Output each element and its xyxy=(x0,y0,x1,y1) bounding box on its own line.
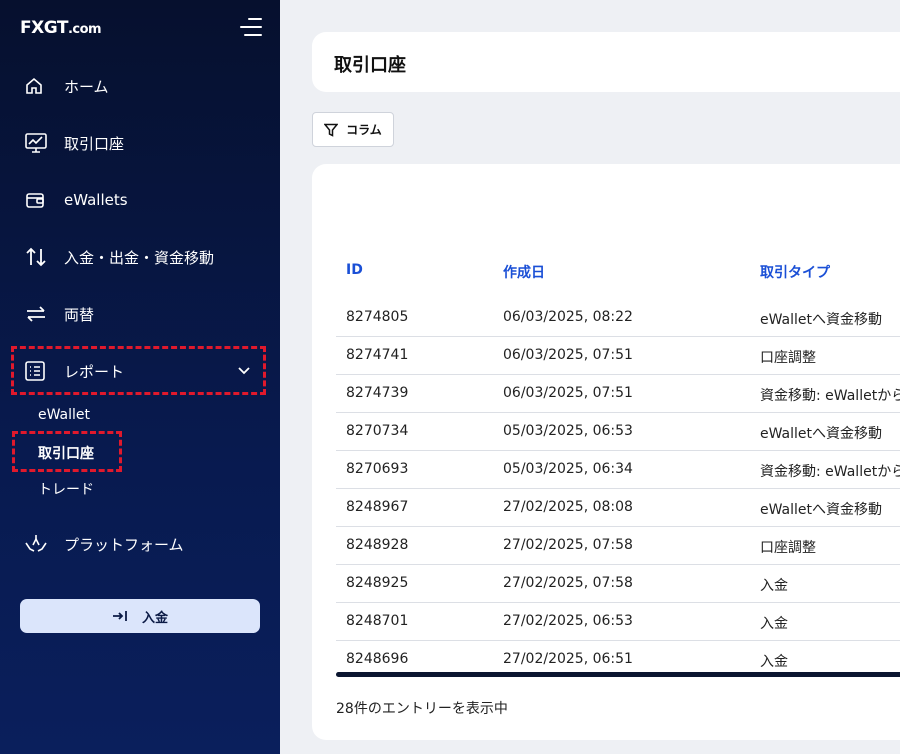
title-card: 取引口座 xyxy=(312,32,900,92)
wallet-icon xyxy=(24,188,52,212)
page-title: 取引口座 xyxy=(334,55,406,76)
table-row[interactable]: 8274805 06/03/2025, 08:22 eWalletへ資金移動 xyxy=(336,299,900,337)
cell-type: 資金移動: eWalletから xyxy=(760,388,900,404)
chevron-down-icon[interactable] xyxy=(237,363,251,377)
cell-type: eWalletへ資金移動 xyxy=(760,426,883,442)
cell-date: 05/03/2025, 06:34 xyxy=(503,461,633,477)
platform-hands-icon xyxy=(24,532,52,556)
cell-date: 06/03/2025, 07:51 xyxy=(503,347,633,363)
cell-type: 資金移動: eWalletから xyxy=(760,464,900,480)
cell-date: 27/02/2025, 08:08 xyxy=(503,499,633,515)
cell-date: 06/03/2025, 07:51 xyxy=(503,385,633,401)
deposit-button-label: 入金 xyxy=(141,610,168,626)
column-header-id[interactable]: ID xyxy=(346,262,363,278)
sidebar-item-deposit-withdraw-transfer[interactable]: 入金・出金・資金移動 xyxy=(24,244,214,270)
cell-id: 8248696 xyxy=(346,651,409,667)
column-header-type[interactable]: 取引タイプ xyxy=(760,262,830,282)
chart-monitor-icon xyxy=(24,131,52,155)
sidebar-item-ewallets[interactable]: eWallets xyxy=(24,187,128,213)
cell-type: 入金 xyxy=(760,578,788,594)
column-header-created[interactable]: 作成日 xyxy=(503,262,545,282)
cell-date: 27/02/2025, 07:58 xyxy=(503,575,633,591)
home-icon xyxy=(24,74,52,98)
sidebar-item-trading-accounts[interactable]: 取引口座 xyxy=(24,130,124,156)
exchange-icon xyxy=(24,302,52,326)
table-row[interactable]: 8270693 05/03/2025, 06:34 資金移動: eWalletか… xyxy=(336,451,900,489)
table-row[interactable]: 8274741 06/03/2025, 07:51 口座調整 xyxy=(336,337,900,375)
cell-date: 27/02/2025, 06:51 xyxy=(503,651,633,667)
columns-button-label: コラム xyxy=(346,123,382,137)
transactions-table: ID 作成日 取引タイプ 8274805 06/03/2025, 08:22 e… xyxy=(312,164,900,740)
table-row[interactable]: 8270734 05/03/2025, 06:53 eWalletへ資金移動 xyxy=(336,413,900,451)
cell-type: 口座調整 xyxy=(760,350,816,366)
menu-toggle-icon[interactable] xyxy=(240,18,262,36)
cell-date: 27/02/2025, 07:58 xyxy=(503,537,633,553)
sidebar-item-exchange[interactable]: 両替 xyxy=(24,301,94,327)
cell-type: 入金 xyxy=(760,616,788,632)
cell-id: 8274805 xyxy=(346,309,409,325)
table-row[interactable]: 8248928 27/02/2025, 07:58 口座調整 xyxy=(336,527,900,565)
deposit-button[interactable]: 入金 xyxy=(20,599,260,633)
transfer-arrows-icon xyxy=(24,245,52,269)
cell-id: 8274741 xyxy=(346,347,409,363)
table-row[interactable]: 8248925 27/02/2025, 07:58 入金 xyxy=(336,565,900,603)
sidebar-item-label: プラットフォーム xyxy=(64,535,184,554)
sidebar-item-label: 取引口座 xyxy=(64,134,125,153)
sidebar-item-label: 入金・出金・資金移動 xyxy=(64,248,215,267)
cell-id: 8274739 xyxy=(346,385,409,401)
cell-type: 入金 xyxy=(760,654,788,670)
sidebar-item-label: ホーム xyxy=(64,77,109,96)
entries-count: 28件のエントリーを表示中 xyxy=(336,701,508,717)
cell-id: 8270693 xyxy=(346,461,409,477)
cell-date: 27/02/2025, 06:53 xyxy=(503,613,633,629)
cell-id: 8248701 xyxy=(346,613,409,629)
cell-type: 口座調整 xyxy=(760,540,816,556)
sub-item-trade[interactable]: トレード xyxy=(38,479,94,499)
filter-icon xyxy=(324,123,339,137)
cell-id: 8248928 xyxy=(346,537,409,553)
cell-id: 8248967 xyxy=(346,499,409,515)
columns-button[interactable]: コラム xyxy=(312,112,394,147)
sidebar-item-label: eWallets xyxy=(64,191,128,209)
table-row[interactable]: 8248967 27/02/2025, 08:08 eWalletへ資金移動 xyxy=(336,489,900,527)
brand-logo[interactable]: FXGT.com xyxy=(20,18,102,38)
cell-id: 8270734 xyxy=(346,423,409,439)
cell-date: 06/03/2025, 08:22 xyxy=(503,309,633,325)
table-row[interactable]: 8248701 27/02/2025, 06:53 入金 xyxy=(336,603,900,641)
cell-type: eWalletへ資金移動 xyxy=(760,502,883,518)
login-arrow-icon xyxy=(112,609,128,623)
cell-date: 05/03/2025, 06:53 xyxy=(503,423,633,439)
table-row[interactable]: 8274739 06/03/2025, 07:51 資金移動: eWalletか… xyxy=(336,375,900,413)
horizontal-scrollbar[interactable] xyxy=(336,672,900,677)
sidebar-item-report[interactable]: レポート xyxy=(24,358,124,384)
logo-suffix: .com xyxy=(67,22,102,37)
cell-type: eWalletへ資金移動 xyxy=(760,312,883,328)
sidebar-item-home[interactable]: ホーム xyxy=(24,73,109,99)
logo-main: FXGT xyxy=(20,18,68,38)
sidebar: FXGT.com ホーム 取引口座 eWallets 入金・出金・資金移動 両替 xyxy=(0,0,280,754)
sidebar-item-label: レポート xyxy=(64,362,125,381)
cell-id: 8248925 xyxy=(346,575,409,591)
sub-item-ewallet[interactable]: eWallet xyxy=(38,407,90,423)
sidebar-item-platform[interactable]: プラットフォーム xyxy=(24,531,184,557)
report-list-icon xyxy=(24,359,52,383)
sub-item-trading-account[interactable]: 取引口座 xyxy=(38,443,94,463)
sidebar-item-label: 両替 xyxy=(64,305,95,324)
